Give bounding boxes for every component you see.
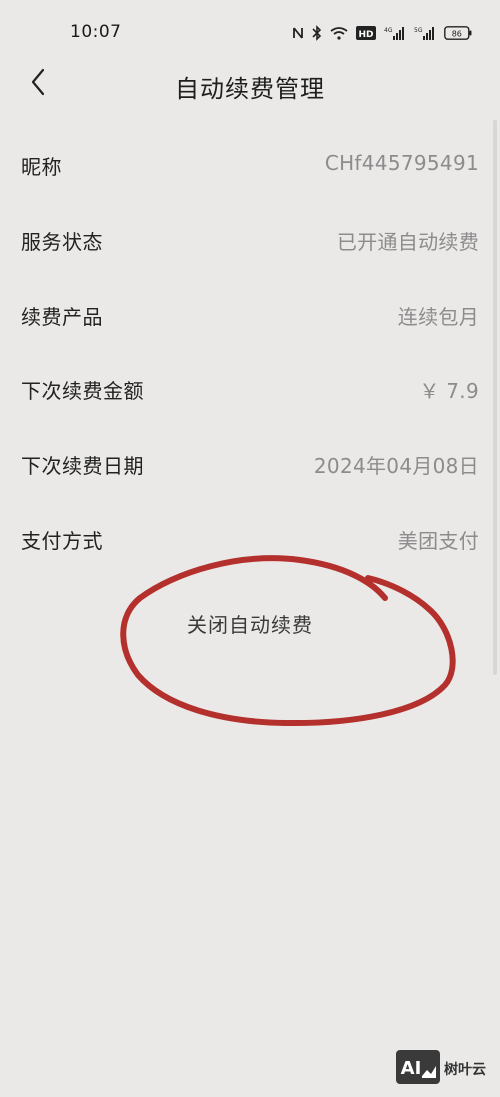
svg-text:HD: HD	[358, 30, 373, 40]
status-time: 10:07	[70, 22, 122, 42]
status-icons: HD 4G 5G 86	[292, 22, 472, 44]
row-value: CHf445795491	[324, 151, 479, 175]
row-label: 支付方式	[21, 528, 103, 553]
row-label: 服务状态	[21, 229, 103, 254]
row-label: 续费产品	[21, 304, 103, 329]
bluetooth-icon	[312, 25, 322, 41]
svg-text:5G: 5G	[414, 27, 423, 34]
nfc-icon	[292, 26, 304, 40]
row-label: 昵称	[21, 155, 62, 179]
status-bar: 10:07 HD 4G 5G 86	[0, 0, 500, 60]
svg-text:AI: AI	[401, 1058, 422, 1079]
hd-icon: HD	[356, 26, 376, 40]
info-list: 昵称 CHf445795491 服务状态 已开通自动续费 续费产品 连续包月 下…	[0, 128, 500, 577]
row-value: 连续包月	[397, 304, 479, 329]
row-nickname: 昵称 CHf445795491	[0, 128, 500, 203]
row-value: 美团支付	[397, 528, 479, 553]
row-next-date: 下次续费日期 2024年04月08日	[0, 427, 500, 502]
row-service-status: 服务状态 已开通自动续费	[0, 203, 500, 278]
row-value: ￥ 7.9	[419, 379, 479, 404]
wifi-icon	[330, 26, 348, 40]
close-auto-renewal-button[interactable]: 关闭自动续费	[150, 600, 350, 646]
page-title: 自动续费管理	[175, 75, 325, 103]
row-payment-method: 支付方式 美团支付	[0, 502, 500, 577]
row-value: 已开通自动续费	[336, 229, 479, 254]
signal-5g-icon: 5G	[414, 25, 436, 41]
row-next-amount: 下次续费金额 ￥ 7.9	[0, 352, 500, 427]
watermark-text: 树叶云	[444, 1062, 486, 1078]
row-renewal-product: 续费产品 连续包月	[0, 278, 500, 353]
row-label: 下次续费金额	[21, 379, 144, 404]
svg-text:86: 86	[452, 30, 462, 39]
watermark: AI 树叶云	[396, 1050, 496, 1088]
row-label: 下次续费日期	[21, 454, 144, 479]
battery-icon: 86	[444, 26, 472, 40]
nav-bar: 自动续费管理	[0, 60, 500, 110]
svg-text:4G: 4G	[384, 27, 393, 34]
row-value: 2024年04月08日	[313, 454, 479, 479]
signal-4g-icon: 4G	[384, 25, 406, 41]
watermark-logo-icon: AI	[396, 1050, 440, 1088]
